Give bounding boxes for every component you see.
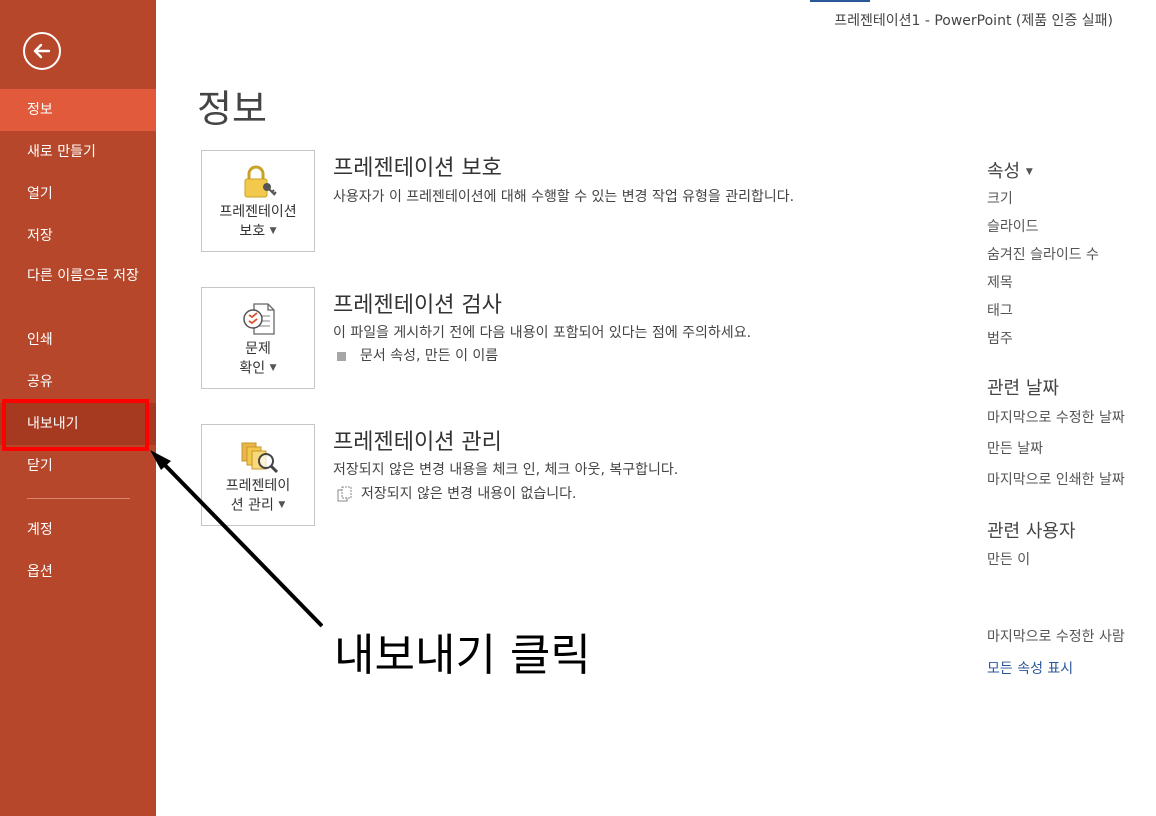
annotation-arrow	[150, 450, 324, 628]
annotation-text: 내보내기 클릭	[334, 630, 591, 681]
